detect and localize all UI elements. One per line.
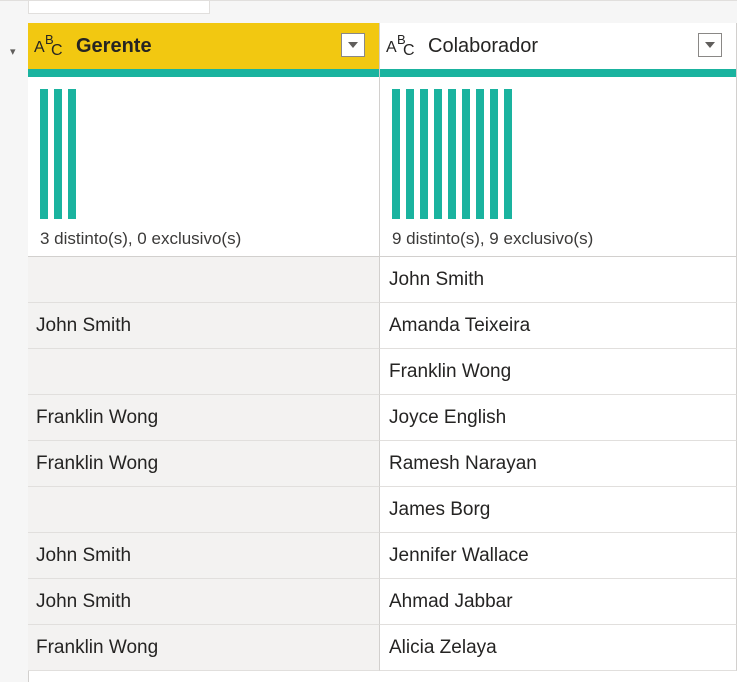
text-type-icon[interactable]: A B C: [34, 32, 64, 60]
table-cell[interactable]: Franklin Wong: [380, 349, 737, 395]
type-glyph-a: A: [34, 39, 45, 56]
type-glyph-c: C: [403, 42, 415, 59]
table-cell[interactable]: Alicia Zelaya: [380, 625, 737, 671]
column-profile[interactable]: 3 distinto(s), 0 exclusivo(s): [28, 77, 380, 257]
row-number-column: ▾: [0, 23, 29, 682]
distribution-bar: [434, 89, 442, 219]
table-cell[interactable]: [28, 257, 380, 303]
table-cell[interactable]: James Borg: [380, 487, 737, 533]
distribution-bar: [448, 89, 456, 219]
data-grid: ▾ A B C Gerente 3 distinto(s), 0 exclusi…: [0, 0, 737, 682]
distribution-bar: [420, 89, 428, 219]
table-cell[interactable]: John Smith: [380, 257, 737, 303]
column-cells: John Smith Franklin Wong Franklin Wong John…: [28, 257, 380, 671]
column-gerente: A B C Gerente 3 distinto(s), 0 exclusivo…: [28, 23, 380, 671]
profile-summary: 3 distinto(s), 0 exclusivo(s): [40, 229, 242, 248]
table-cell[interactable]: Amanda Teixeira: [380, 303, 737, 349]
table-cell[interactable]: Joyce English: [380, 395, 737, 441]
table-cell[interactable]: John Smith: [28, 579, 380, 625]
distribution-bar: [504, 89, 512, 219]
distribution-bar: [462, 89, 470, 219]
distribution-bar: [40, 89, 48, 219]
distribution-bar: [406, 89, 414, 219]
column-header-colaborador[interactable]: A B C Colaborador: [380, 23, 737, 69]
chevron-down-icon: [348, 42, 358, 48]
column-header-gerente[interactable]: A B C Gerente: [28, 23, 380, 69]
table-cell[interactable]: Ramesh Narayan: [380, 441, 737, 487]
column-quality-bar: [28, 69, 380, 77]
table-cell[interactable]: [28, 487, 380, 533]
profile-summary: 9 distinto(s), 9 exclusivo(s): [392, 229, 594, 248]
filter-dropdown-button[interactable]: [698, 33, 722, 57]
top-strip-cap: [28, 1, 210, 14]
column-quality-bar: [380, 69, 737, 77]
distribution-bar: [392, 89, 400, 219]
text-type-icon[interactable]: A B C: [386, 32, 416, 60]
table-cell[interactable]: John Smith: [28, 533, 380, 579]
column-colaborador: A B C Colaborador 9 distinto(s), 9 exclu…: [380, 23, 737, 671]
table-cell[interactable]: Franklin Wong: [28, 395, 380, 441]
type-glyph-a: A: [386, 39, 397, 56]
table-cell[interactable]: [28, 349, 380, 395]
distribution-bar: [476, 89, 484, 219]
column-cells: John Smith Amanda Teixeira Franklin Wong Jo…: [380, 257, 737, 671]
column-title: Gerente: [76, 34, 152, 57]
column-profile[interactable]: 9 distinto(s), 9 exclusivo(s): [380, 77, 737, 257]
filter-dropdown-button[interactable]: [341, 33, 365, 57]
table-cell[interactable]: Franklin Wong: [28, 625, 380, 671]
table-menu-icon[interactable]: ▾: [10, 45, 16, 58]
distribution-bar: [68, 89, 76, 219]
table-cell[interactable]: John Smith: [28, 303, 380, 349]
distribution-bar: [54, 89, 62, 219]
distribution-bar: [490, 89, 498, 219]
table-cell[interactable]: Jennifer Wallace: [380, 533, 737, 579]
type-glyph-c: C: [51, 42, 63, 59]
table-cell[interactable]: Ahmad Jabbar: [380, 579, 737, 625]
chevron-down-icon: [705, 42, 715, 48]
column-title: Colaborador: [428, 34, 539, 57]
top-strip: [0, 1, 737, 24]
table-cell[interactable]: Franklin Wong: [28, 441, 380, 487]
